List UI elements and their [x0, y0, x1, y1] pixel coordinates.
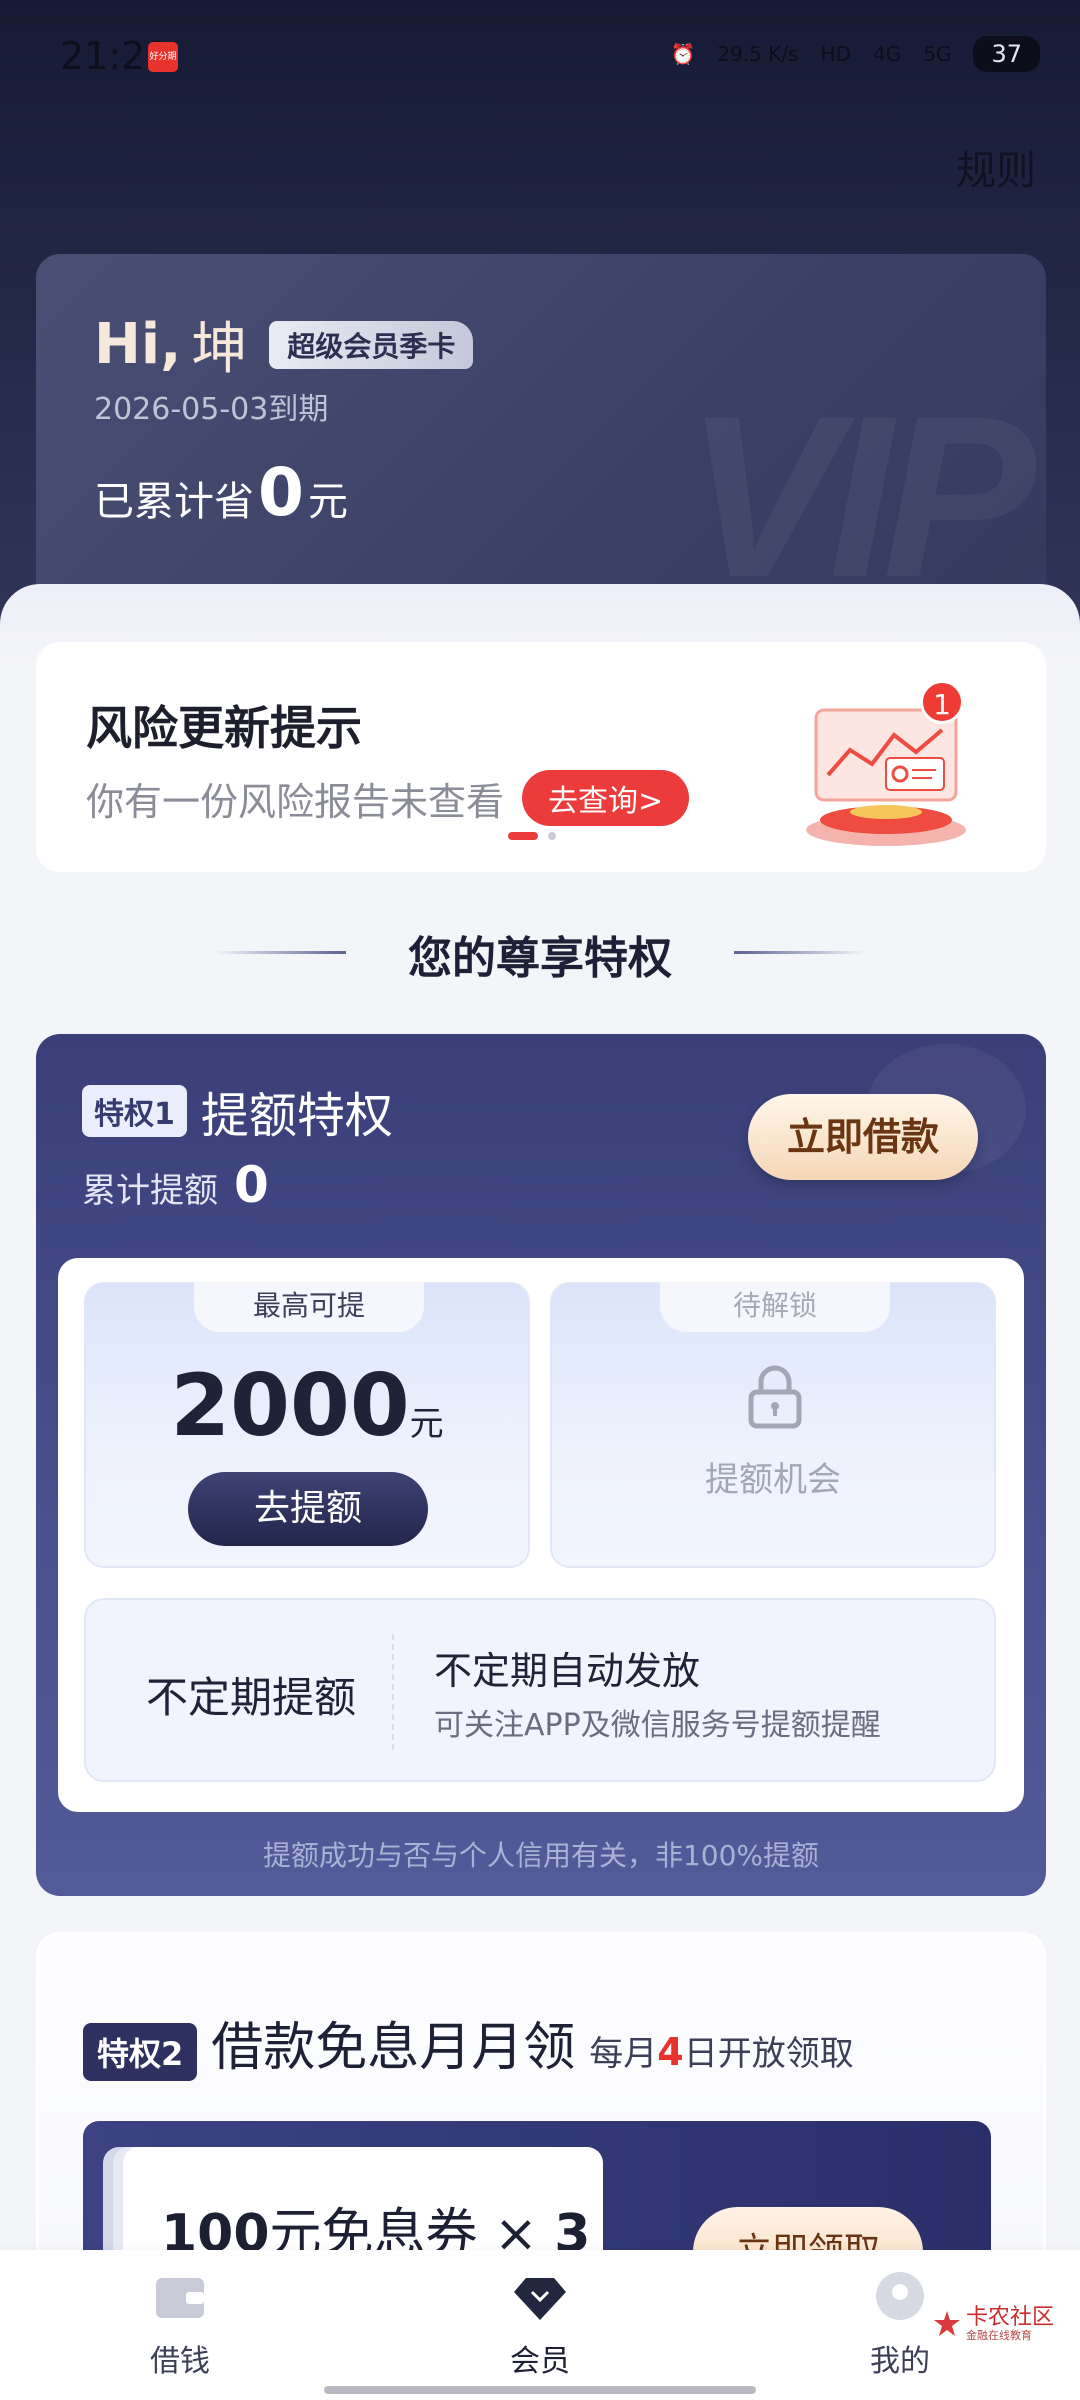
- subtitle-suffix: 日开放领取: [683, 2034, 854, 2074]
- increase-quota-button[interactable]: 去提额: [188, 1472, 428, 1546]
- watermark-sub: 金融在线教育: [965, 2329, 1032, 2343]
- quota-panel: 最高可提 2000元 去提额 待解锁 提额机会 不定期提额 不定期自动发放 可关…: [58, 1258, 1024, 1812]
- watermark-text: 卡农社区 金融在线教育: [965, 2305, 1054, 2343]
- saved-total: 已累计省 0 元: [94, 454, 348, 531]
- pagination-dot-active: [508, 832, 538, 840]
- irregular-increase-card: 不定期提额 不定期自动发放 可关注APP及微信服务号提额提醒: [84, 1598, 996, 1782]
- home-indicator[interactable]: [324, 2386, 756, 2394]
- status-icons: ⏰ 29.5 K/s HD 4G 5G 37: [670, 36, 1040, 72]
- saved-unit: 元: [307, 479, 348, 525]
- privilege1-title: 提额特权: [200, 1088, 393, 1144]
- locked-tab: 待解锁: [660, 1282, 890, 1332]
- status-bar: 21:29 好分期 ⏰ 29.5 K/s HD 4G 5G 37: [0, 0, 1080, 110]
- privilege1-tag: 特权1: [82, 1085, 187, 1137]
- dashed-divider: [392, 1634, 394, 1750]
- query-report-button[interactable]: 去查询>: [522, 770, 690, 826]
- nav-label-mine: 我的: [870, 2344, 930, 2379]
- network-speed: 29.5 K/s: [717, 42, 799, 66]
- disclaimer-note: 提额成功与否与个人信用有关，非100%提额: [262, 1839, 820, 1872]
- total-increase-label: 累计提额: [82, 1171, 218, 1211]
- saved-prefix: 已累计省: [94, 479, 254, 525]
- vip-watermark: VIP: [685, 368, 1036, 614]
- locked-label: 提额机会: [705, 1460, 841, 1500]
- quota-number: 2000: [170, 1356, 410, 1456]
- rules-link[interactable]: 规则: [956, 138, 1036, 196]
- profile-icon: [876, 2272, 924, 2320]
- nav-item-member[interactable]: 会员: [460, 2272, 620, 2380]
- total-increase-value: 0: [234, 1156, 269, 1214]
- quota-unit: 元: [409, 1404, 444, 1444]
- section-divider-right: [734, 951, 866, 954]
- wallet-icon: [156, 2278, 204, 2318]
- bottom-navigation: 借钱 会员 我的 卡农社区 金融在线教育: [0, 2250, 1080, 2400]
- irregular-title: 不定期自动发放: [434, 1649, 701, 1693]
- max-quota-amount: 2000元: [86, 1356, 528, 1456]
- section-title: 您的尊享特权: [408, 933, 672, 984]
- risk-subtitle-row: 你有一份风险报告未查看 去查询>: [86, 770, 690, 826]
- diamond-icon: [514, 2278, 566, 2320]
- total-increase: 累计提额 0: [82, 1156, 269, 1214]
- greeting-hi: Hi,: [94, 312, 182, 377]
- app-notification-icon: 好分期: [148, 42, 178, 72]
- irregular-description: 可关注APP及微信服务号提额提醒: [434, 1708, 881, 1743]
- kanong-watermark-logo: 卡农社区 金融在线教育: [932, 2305, 1054, 2343]
- notification-badge: 1: [920, 680, 964, 724]
- lock-icon: [748, 1365, 802, 1429]
- privilege1-header: 特权1 提额特权: [82, 1076, 393, 1146]
- nav-label-member: 会员: [510, 2344, 570, 2379]
- privilege2-subtitle: 每月4日开放领取: [589, 2026, 853, 2075]
- risk-subtitle: 你有一份风险报告未查看: [86, 779, 505, 824]
- privilege2-header: 特权2 借款免息月月领 每月4日开放领取: [83, 2005, 854, 2081]
- user-name: 坤: [191, 317, 248, 382]
- alarm-icon: ⏰: [670, 42, 696, 66]
- battery-icon: 37: [973, 36, 1040, 72]
- privilege-credit-increase-card: 特权1 提额特权 累计提额 0 立即借款 最高可提 2000元 去提额 待解锁 …: [36, 1034, 1046, 1896]
- borrow-now-button[interactable]: 立即借款: [748, 1094, 978, 1180]
- banner-pagination: [508, 832, 556, 840]
- subtitle-day: 4: [657, 2030, 684, 2074]
- greeting: Hi, 坤 超级会员季卡: [94, 304, 474, 385]
- max-quota-card[interactable]: 最高可提 2000元 去提额: [84, 1282, 530, 1568]
- max-quota-tab: 最高可提: [194, 1282, 424, 1332]
- saved-amount: 0: [258, 454, 304, 531]
- expiry-date: 2026-05-03到期: [94, 392, 329, 427]
- locked-quota-card: 待解锁 提额机会: [550, 1282, 996, 1568]
- vip-member-card: VIP Hi, 坤 超级会员季卡 2026-05-03到期 已累计省 0 元: [36, 254, 1046, 614]
- signal-5g-icon: 5G: [923, 42, 952, 66]
- risk-title: 风险更新提示: [86, 701, 362, 755]
- signal-4g-icon: 4G: [872, 42, 902, 66]
- privilege2-tag: 特权2: [83, 2023, 198, 2081]
- subtitle-prefix: 每月: [589, 2034, 658, 2074]
- nav-item-loan[interactable]: 借钱: [100, 2272, 260, 2380]
- privilege2-title: 借款免息月月领: [211, 2018, 576, 2078]
- irregular-label: 不定期提额: [146, 1673, 357, 1722]
- kanong-logo-icon: [933, 2311, 960, 2337]
- pagination-dot: [548, 832, 556, 840]
- watermark-name: 卡农社区: [965, 2305, 1054, 2330]
- member-badge: 超级会员季卡: [269, 320, 474, 369]
- nav-label-loan: 借钱: [150, 2344, 210, 2379]
- hd-icon: HD: [820, 42, 851, 66]
